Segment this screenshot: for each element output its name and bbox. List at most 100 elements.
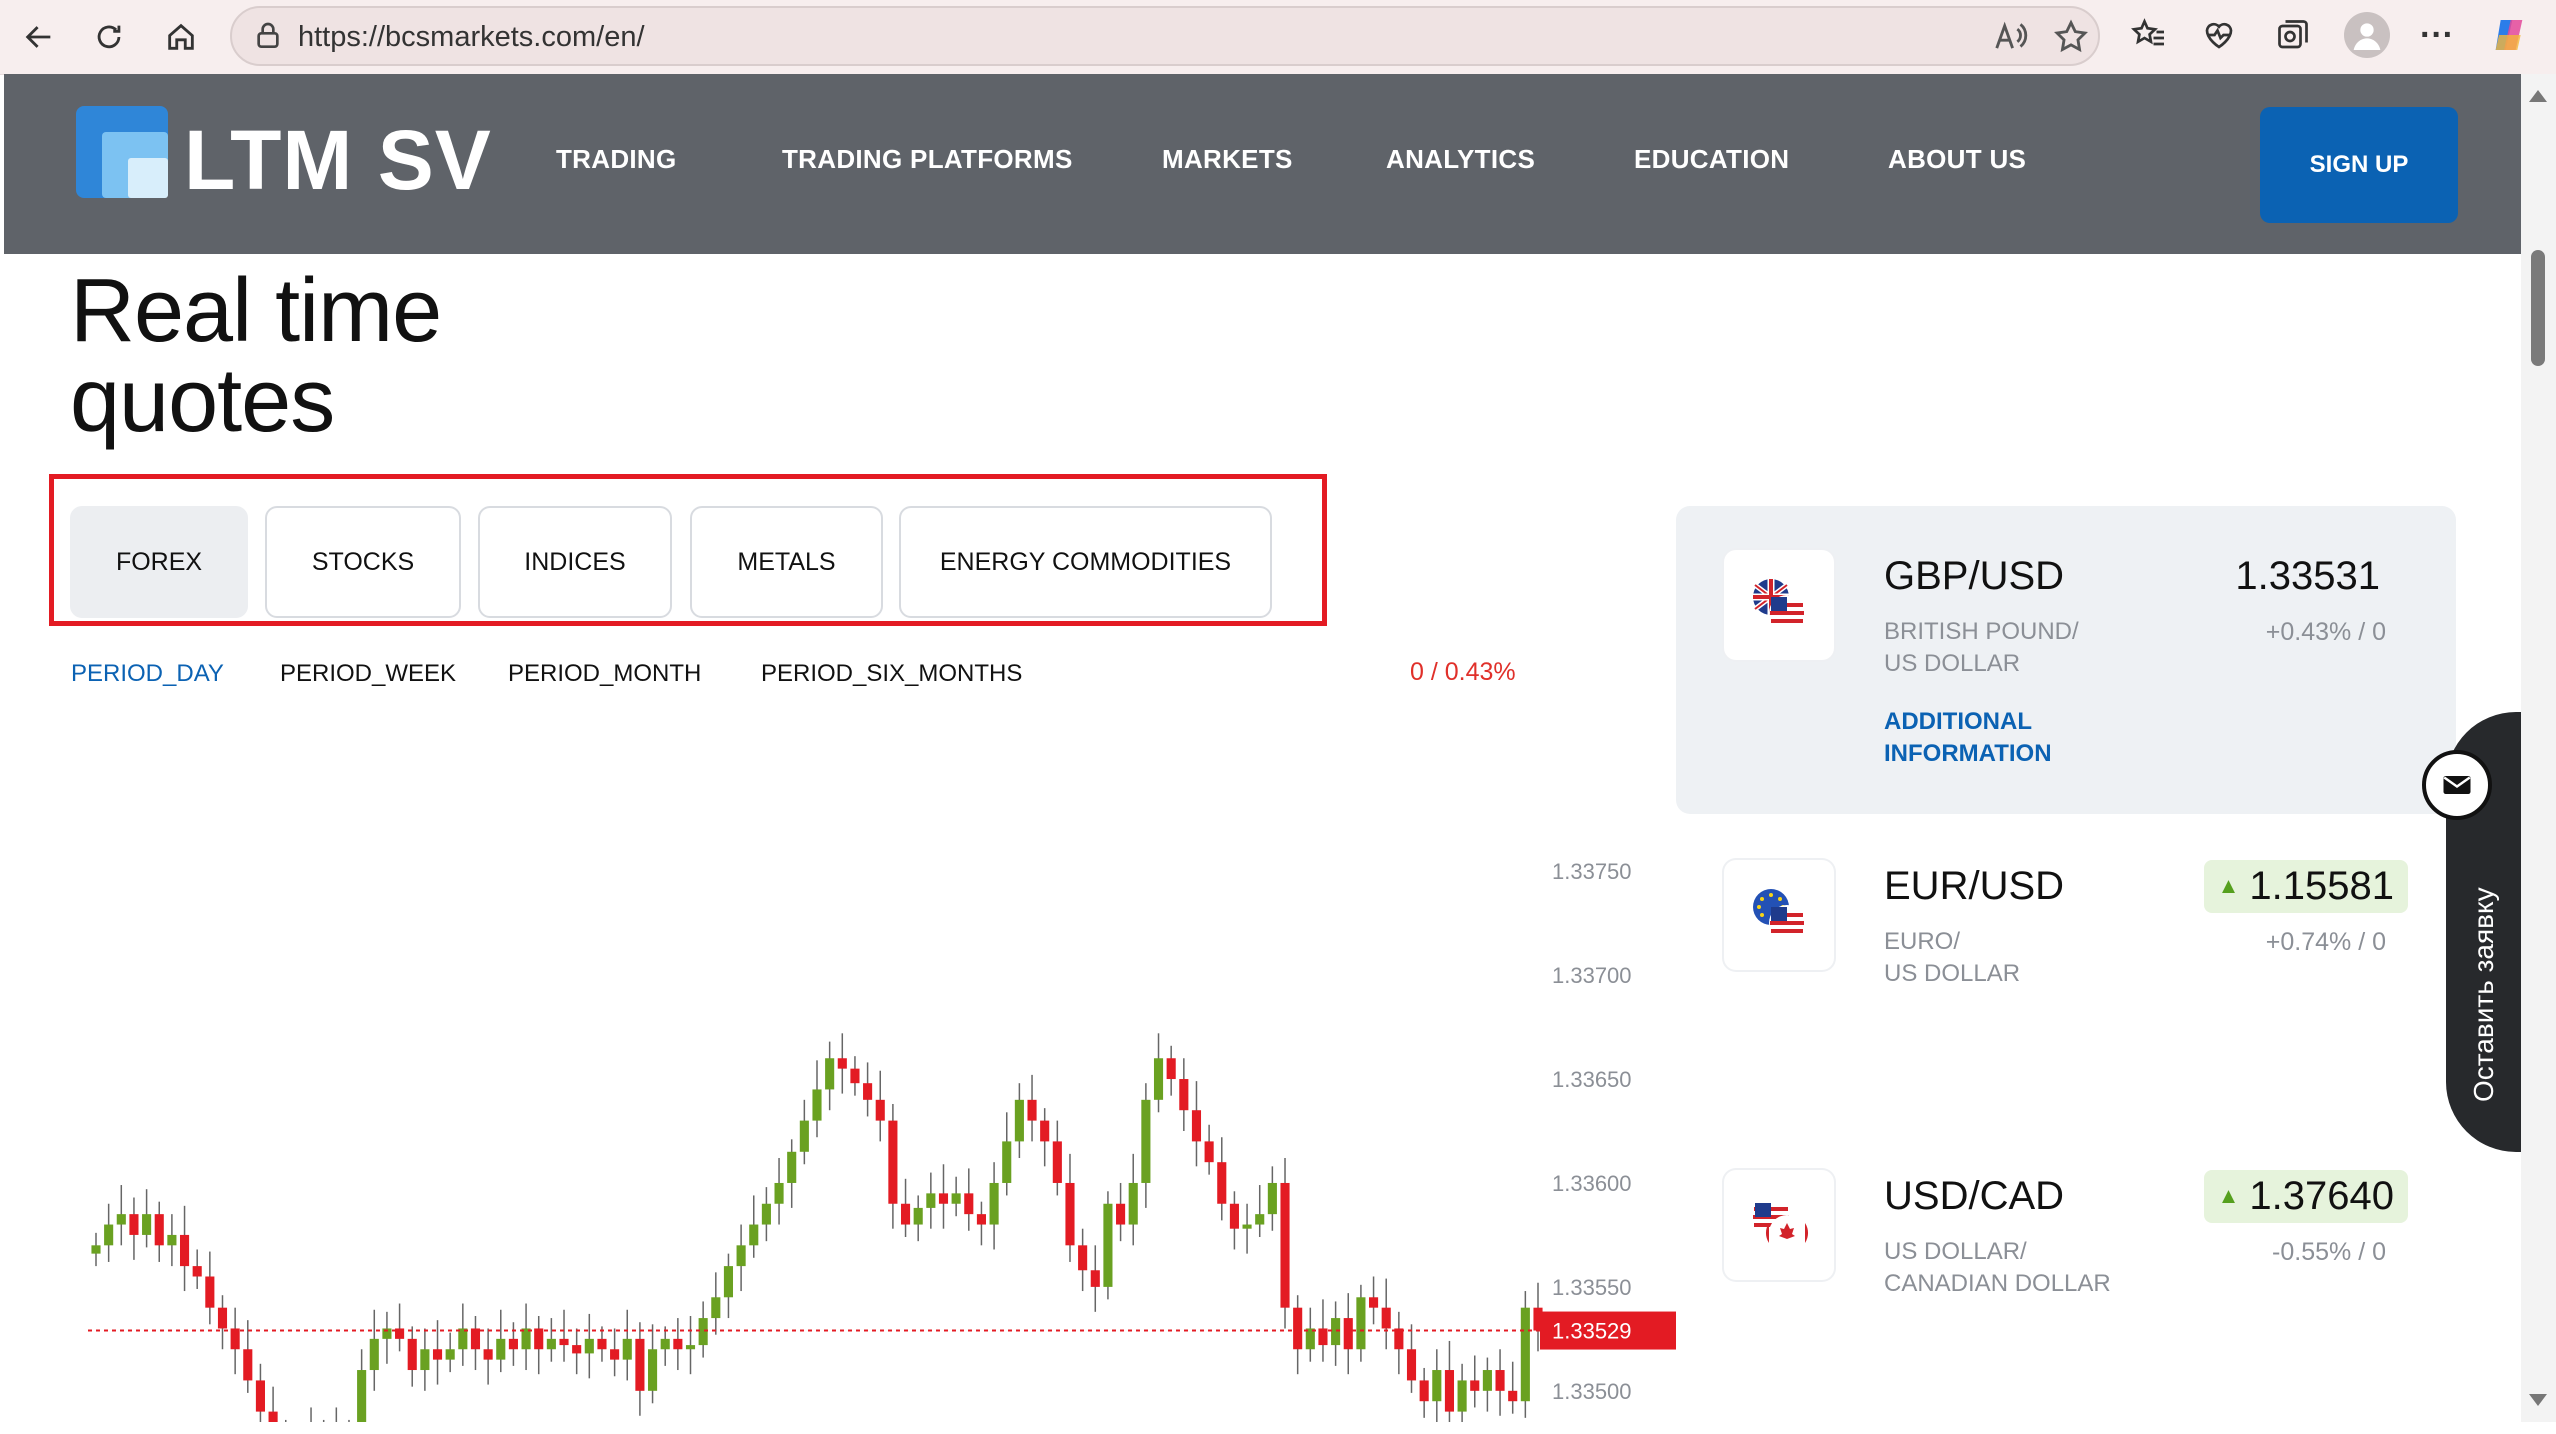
- url-text[interactable]: https://bcsmarkets.com/en/: [298, 21, 645, 54]
- candle-up: [546, 1338, 556, 1350]
- period-month[interactable]: PERIOD_MONTH: [508, 660, 701, 688]
- candle-up: [357, 1370, 367, 1422]
- nav-trading[interactable]: TRADING: [556, 144, 677, 175]
- candle-up: [1014, 1099, 1024, 1142]
- logo-text[interactable]: LTM SV: [184, 112, 492, 209]
- quote-card-usdcad[interactable]: USD/CAD US DOLLAR/ CANADIAN DOLLAR ▲ 1.37…: [1676, 1126, 2456, 1434]
- candle-down: [1191, 1110, 1202, 1142]
- nav-markets[interactable]: MARKETS: [1162, 144, 1293, 175]
- page-title-line-1: Real time: [70, 261, 442, 361]
- candle-up: [420, 1349, 430, 1371]
- read-aloud-icon[interactable]: [1992, 18, 2030, 56]
- period-six-months[interactable]: PERIOD_SIX_MONTHS: [761, 660, 1022, 688]
- health-icon[interactable]: [2198, 14, 2240, 56]
- refresh-icon[interactable]: [84, 12, 134, 62]
- current-price-label: 1.33529: [1552, 1319, 1632, 1344]
- scroll-down-icon[interactable]: [2529, 1394, 2547, 1406]
- current-price-tag: 1.33529: [1540, 1311, 1680, 1350]
- page-title-line-2: quotes: [70, 351, 335, 451]
- candle-down: [964, 1193, 974, 1215]
- nav-about-us[interactable]: ABOUT US: [1888, 144, 2026, 175]
- nav-education[interactable]: EDUCATION: [1634, 144, 1789, 175]
- candle-up: [913, 1207, 923, 1225]
- more-icon[interactable]: ···: [2416, 14, 2458, 56]
- candle-up: [926, 1193, 936, 1208]
- period-week[interactable]: PERIOD_WEEK: [280, 660, 456, 688]
- tab-metals[interactable]: METALS: [690, 506, 883, 618]
- profile-icon[interactable]: [2344, 12, 2390, 58]
- candle-up: [1153, 1058, 1164, 1100]
- page-title: Real time quotes: [70, 266, 770, 446]
- sign-up-button[interactable]: SIGN UP: [2260, 107, 2458, 223]
- candle-down: [1419, 1380, 1429, 1402]
- star-icon[interactable]: [2052, 18, 2090, 56]
- y-tick-label: 1.33650: [1552, 1067, 1632, 1092]
- collections-icon[interactable]: [2272, 14, 2314, 56]
- home-icon[interactable]: [156, 12, 206, 62]
- candle-up: [774, 1182, 784, 1204]
- candle-up: [91, 1245, 101, 1254]
- candle-down: [407, 1338, 417, 1371]
- back-icon[interactable]: [14, 12, 64, 62]
- pair-change: -0.55% / 0: [2272, 1238, 2386, 1266]
- copilot-icon[interactable]: [2488, 14, 2530, 56]
- candle-down: [1179, 1079, 1189, 1111]
- candle-down: [875, 1099, 885, 1121]
- address-bar[interactable]: https://bcsmarkets.com/en/: [230, 6, 2100, 66]
- pair-name: USD/CAD: [1884, 1174, 2065, 1218]
- candle-up: [1267, 1182, 1277, 1215]
- nav-trading-platforms[interactable]: TRADING PLATFORMS: [782, 144, 1073, 175]
- candle-up: [1002, 1141, 1012, 1183]
- candle-down: [1470, 1380, 1480, 1391]
- candle-down: [1406, 1349, 1417, 1381]
- candle-down: [129, 1214, 139, 1235]
- candle-up: [723, 1266, 734, 1298]
- candle-down: [1052, 1141, 1062, 1183]
- candle-up: [648, 1349, 658, 1391]
- candle-down: [1369, 1297, 1379, 1308]
- gb-us-flag-icon: [1724, 550, 1834, 660]
- candle-down: [938, 1193, 949, 1204]
- period-day[interactable]: PERIOD_DAY: [71, 660, 224, 688]
- y-tick-label: 1.33700: [1552, 963, 1632, 988]
- tab-energy-commodities[interactable]: ENERGY COMMODITIES: [899, 506, 1272, 618]
- candlestick-chart[interactable]: 1.33750 1.33700 1.33650 1.33600 1.33550 1.335…: [60, 840, 1680, 1422]
- nav-analytics[interactable]: ANALYTICS: [1386, 144, 1535, 175]
- candle-up: [1356, 1297, 1366, 1350]
- scroll-up-icon[interactable]: [2529, 90, 2547, 102]
- lock-icon[interactable]: [252, 20, 284, 52]
- page-scrollbar[interactable]: [2521, 74, 2556, 1422]
- tab-indices[interactable]: INDICES: [478, 506, 672, 618]
- candle-down: [1065, 1182, 1075, 1246]
- candle-down: [1204, 1141, 1214, 1163]
- candle-down: [610, 1349, 620, 1360]
- candle-down: [1444, 1370, 1455, 1412]
- candle-down: [673, 1338, 683, 1350]
- candle-down: [837, 1058, 847, 1069]
- candle-up: [584, 1338, 594, 1354]
- quote-card-eurusd[interactable]: EUR/USD EURO/ US DOLLAR ▲ 1.15581 +0.74% …: [1676, 816, 2456, 1124]
- mail-icon[interactable]: [2422, 750, 2492, 820]
- tab-stocks[interactable]: STOCKS: [265, 506, 461, 618]
- candle-up: [116, 1214, 126, 1225]
- candle-down: [1381, 1307, 1391, 1329]
- candles-group: [91, 1033, 1543, 1422]
- tab-forex[interactable]: FOREX: [70, 506, 248, 618]
- candle-up: [1305, 1328, 1315, 1350]
- y-tick-label: 1.33600: [1552, 1171, 1632, 1196]
- candle-down: [205, 1276, 215, 1308]
- candle-down: [597, 1338, 607, 1350]
- request-widget-label[interactable]: Оставить заявку: [2468, 842, 2508, 1102]
- favorites-icon[interactable]: [2128, 14, 2170, 56]
- candle-up: [761, 1203, 771, 1225]
- candle-up: [622, 1338, 632, 1360]
- candle-down: [470, 1328, 481, 1350]
- logo-icon[interactable]: [76, 106, 168, 198]
- quote-card-gbpusd[interactable]: GBP/USD BRITISH POUND/ US DOLLAR 1.33531…: [1676, 506, 2456, 814]
- candle-down: [1217, 1162, 1227, 1204]
- candle-up: [951, 1193, 961, 1204]
- scrollbar-thumb[interactable]: [2531, 250, 2545, 366]
- candle-up: [825, 1058, 835, 1090]
- candle-up: [1242, 1224, 1252, 1229]
- additional-information-link[interactable]: ADDITIONAL INFORMATION: [1884, 706, 2052, 770]
